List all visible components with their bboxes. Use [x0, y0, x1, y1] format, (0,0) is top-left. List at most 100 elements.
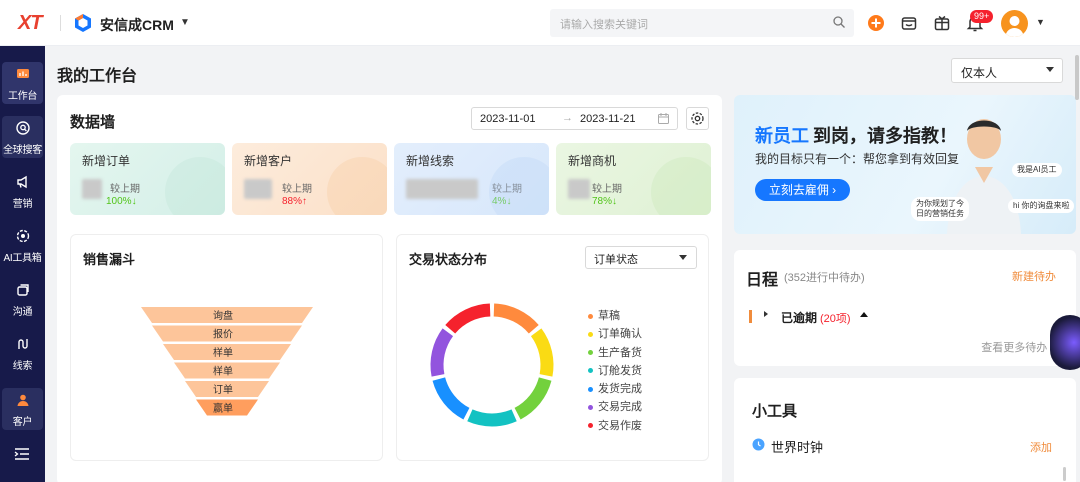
legend-item[interactable]: 草稿 — [588, 307, 642, 325]
marketing-plan-tag: 为你规划了今日的营销任务 — [911, 197, 969, 221]
expand-arrow-icon[interactable] — [764, 311, 768, 317]
stat-card-new-clues[interactable]: 新增线索 较上期 4%↓ — [394, 143, 549, 215]
legend-dot-icon — [588, 313, 593, 319]
overdue-label[interactable]: 已逾期 — [781, 309, 817, 326]
blurred-value — [406, 179, 478, 199]
donut-segment[interactable] — [467, 409, 517, 427]
collapse-up-icon[interactable] — [860, 312, 868, 317]
menu-collapse-icon[interactable] — [14, 447, 30, 461]
page-scrollbar[interactable] — [1075, 55, 1079, 100]
legend-label: 订舱发货 — [598, 364, 642, 377]
sidebar-item-label: 营销 — [12, 199, 33, 210]
search-icon[interactable] — [832, 15, 846, 29]
sidebar-item-clues[interactable]: 线索 — [2, 332, 43, 374]
funnel-stage-label: 报价 — [213, 328, 233, 341]
sales-funnel-chart[interactable]: 询盘报价样单样单订单赢单 — [71, 271, 384, 461]
calendar-icon — [658, 113, 669, 124]
legend-dot-icon — [588, 423, 593, 429]
sidebar-item-label: 沟通 — [12, 307, 33, 318]
brand-name[interactable]: 安信成CRM — [100, 15, 174, 35]
gift-icon[interactable] — [932, 13, 952, 33]
arrow-up-icon: ↑ — [302, 196, 308, 207]
donut-segment[interactable] — [493, 303, 539, 334]
donut-segment[interactable] — [530, 328, 554, 377]
funnel-stage-label: 样单 — [213, 346, 233, 359]
legend-item[interactable]: 订舱发货 — [588, 362, 642, 380]
stat-card-new-orders[interactable]: 新增订单 较上期 100%↓ — [70, 143, 225, 215]
order-deco-icon — [165, 157, 225, 215]
tools-card: 小工具 世界时钟 添加 — [734, 378, 1076, 482]
dashboard-icon — [16, 69, 29, 78]
funnel-stage-label: 样单 — [213, 365, 233, 378]
legend-item[interactable]: 交易完成 — [588, 398, 642, 416]
chevron-down-icon[interactable]: ▼ — [1036, 17, 1045, 27]
sales-funnel-card: 销售漏斗 询盘 报价 样单 样单 订单 赢单 — [70, 234, 383, 461]
arrow-down-icon: ↓ — [612, 196, 618, 207]
donut-segment[interactable] — [430, 328, 454, 377]
view-more-todos-link[interactable]: 查看更多待办 › — [981, 339, 1054, 355]
new-todo-link[interactable]: 新建待办 — [1012, 268, 1056, 284]
stat-percent: 88%↑ — [282, 196, 308, 207]
megaphone-icon — [16, 175, 27, 189]
sidebar-item-label: 客户 — [12, 417, 33, 428]
stat-card-new-opportunities[interactable]: 新增商机 较上期 78%↓ — [556, 143, 711, 215]
legend-label: 发货完成 — [598, 383, 642, 396]
sidebar-item-label: 全球搜客 — [3, 145, 42, 156]
trade-status-donut[interactable] — [397, 275, 577, 455]
sidebar-item-marketing[interactable]: 营销 — [2, 170, 43, 212]
date-start[interactable]: 2023-11-01 — [480, 113, 535, 125]
legend-dot-icon — [588, 350, 593, 356]
trade-status-card: 交易状态分布 订单状态 草稿 订单确认 生产备货 订舱发货 发货完成 交易完成 交易作废 — [396, 234, 709, 461]
new-employee-banner[interactable]: 新员工 到岗，请多指教！ 我的目标只有一个：帮您拿到有效回复 立刻去雇佣 › 我… — [734, 95, 1076, 234]
target-deco-icon — [651, 157, 711, 215]
sidebar-item-label: 工作台 — [7, 91, 38, 102]
sidebar-item-communication[interactable]: 沟通 — [2, 278, 43, 320]
blurred-value — [82, 179, 102, 199]
date-end[interactable]: 2023-11-21 — [580, 113, 635, 125]
scrollbar[interactable] — [1063, 467, 1066, 481]
sidebar-item-dashboard[interactable]: 工作台 — [2, 62, 43, 104]
legend-item[interactable]: 订单确认 — [588, 325, 642, 343]
add-circle-icon[interactable] — [866, 13, 886, 33]
store-icon[interactable] — [899, 13, 919, 33]
settings-button[interactable] — [686, 107, 709, 130]
global-search-input[interactable]: 请输入搜索关键词 — [550, 9, 854, 37]
ai-assistant-orb[interactable] — [1050, 315, 1080, 370]
funnel-stage-label: 赢单 — [213, 402, 233, 415]
add-tool-link[interactable]: 添加 — [1030, 439, 1052, 455]
donut-segment[interactable] — [514, 377, 552, 420]
funnel-stage-label: 订单 — [213, 384, 233, 396]
stat-compare-label: 较上期 — [592, 184, 622, 195]
legend-item[interactable]: 发货完成 — [588, 380, 642, 398]
stat-card-title: 新增线索 — [406, 154, 455, 168]
clock-icon — [752, 438, 765, 451]
sidebar-item-customers[interactable]: 客户 — [2, 388, 43, 430]
clue-deco-icon — [489, 157, 549, 215]
xt-logo[interactable]: XT — [18, 12, 43, 35]
legend-item[interactable]: 生产备货 — [588, 344, 642, 362]
tools-title: 小工具 — [752, 403, 798, 420]
world-clock-label[interactable]: 世界时钟 — [771, 437, 823, 456]
user-avatar-icon — [1005, 16, 1024, 37]
notification-badge: 99+ — [970, 10, 994, 23]
avatar[interactable] — [1001, 10, 1028, 37]
donut-segment[interactable] — [445, 303, 491, 334]
sidebar-item-ai-toolbox[interactable]: AI工具箱 — [2, 224, 43, 266]
date-range-picker[interactable]: 2023-11-01 → 2023-11-21 — [471, 107, 678, 130]
scope-select-value: 仅本人 — [961, 66, 998, 80]
scope-select[interactable]: 仅本人 — [951, 58, 1063, 83]
sidebar-item-global-search[interactable]: 全球搜客 — [2, 116, 43, 158]
stat-percent: 78%↓ — [592, 196, 618, 207]
order-status-select[interactable]: 订单状态 — [585, 246, 697, 269]
chevron-down-icon[interactable]: ▼ — [180, 17, 190, 28]
stat-compare-label: 较上期 — [110, 184, 140, 195]
sidebar-item-label: AI工具箱 — [3, 253, 42, 264]
blurred-value — [568, 179, 590, 199]
chat-icon — [16, 284, 29, 296]
stat-compare-label: 较上期 — [282, 184, 312, 195]
hire-now-button[interactable]: 立刻去雇佣 › — [755, 179, 850, 201]
customer-deco-icon — [327, 157, 387, 215]
stat-card-new-customers[interactable]: 新增客户 较上期 88%↑ — [232, 143, 387, 215]
legend-item[interactable]: 交易作废 — [588, 417, 642, 435]
donut-segment[interactable] — [432, 377, 470, 420]
